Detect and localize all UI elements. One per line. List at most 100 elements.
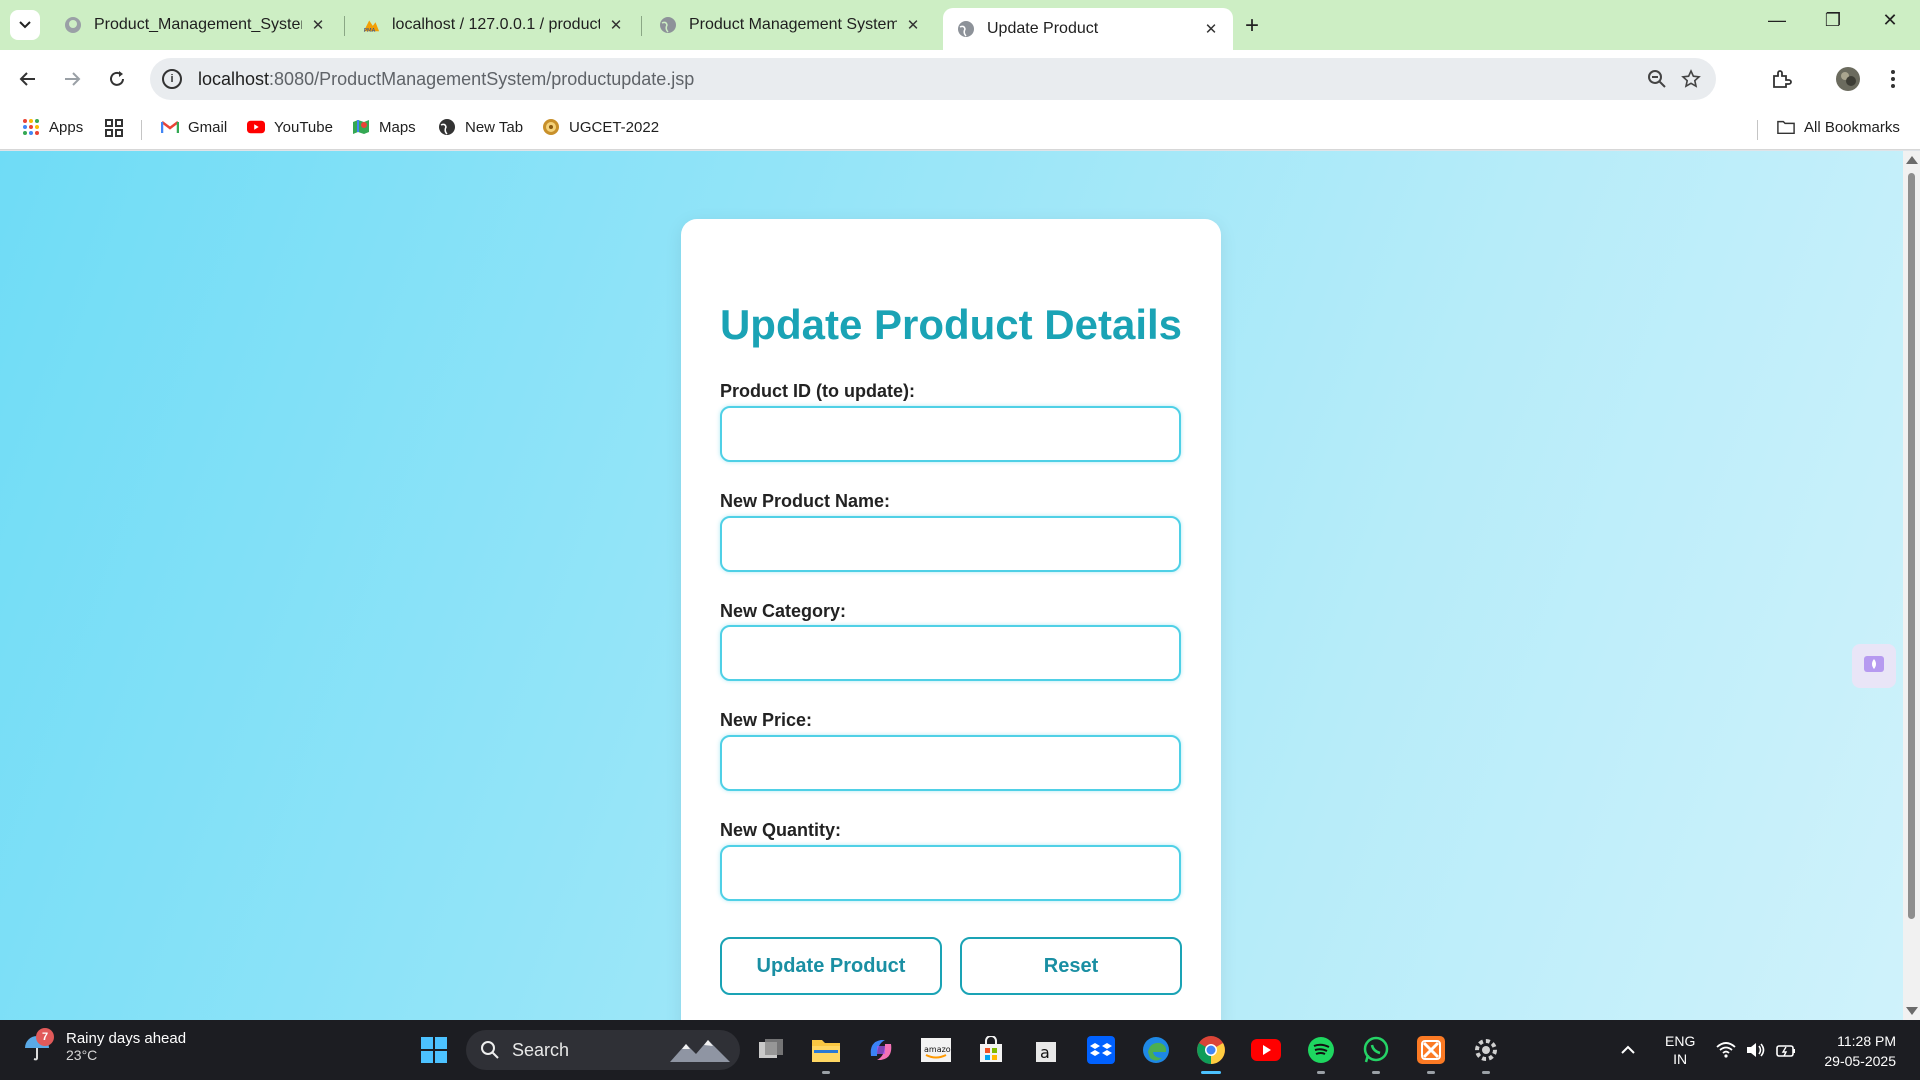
tab-title: Update Product	[987, 20, 1099, 37]
system-clock[interactable]: 11:28 PM 29-05-2025	[1800, 1031, 1896, 1071]
start-button[interactable]	[414, 1030, 454, 1070]
scroll-down-icon[interactable]	[1906, 1007, 1918, 1015]
close-icon[interactable]: ✕	[310, 16, 326, 34]
taskbar: 7 Rainy days ahead 23°C Search amazon a	[0, 1020, 1920, 1080]
settings-gear-icon[interactable]	[1466, 1030, 1506, 1074]
volume-icon[interactable]	[1746, 1020, 1766, 1080]
chevron-up-icon	[1621, 1045, 1635, 1054]
scroll-thumb[interactable]	[1908, 173, 1915, 919]
tab-github[interactable]: Product_Management_System_ ✕	[50, 8, 340, 42]
product-name-input[interactable]	[720, 516, 1181, 572]
lang-bottom: IN	[1673, 1051, 1688, 1067]
close-icon[interactable]: ✕	[905, 16, 921, 34]
bookmark-star-icon[interactable]	[1674, 62, 1708, 96]
chevron-down-icon	[19, 21, 31, 29]
tab-phpmyadmin[interactable]: PMA localhost / 127.0.0.1 / productd ✕	[348, 8, 638, 42]
show-hidden-icons[interactable]	[1620, 1020, 1636, 1080]
svg-text:a: a	[1040, 1043, 1050, 1062]
amazon-icon[interactable]: amazon	[916, 1030, 956, 1070]
running-indicator	[1482, 1071, 1490, 1074]
tab-title: localhost / 127.0.0.1 / productd	[392, 16, 600, 33]
all-bookmarks[interactable]: All Bookmarks	[1777, 118, 1900, 136]
reload-icon[interactable]	[102, 64, 132, 94]
page-viewport: Update Product Details Product ID (to up…	[0, 151, 1903, 1020]
github-icon	[64, 16, 82, 34]
bookmark-gmail[interactable]: Gmail	[161, 118, 227, 136]
bookmarks-bar: Apps Gmail YouTube Maps New Tab UGCET-20…	[0, 108, 1920, 150]
phpmyadmin-icon: PMA	[362, 16, 380, 34]
update-product-button[interactable]: Update Product	[720, 937, 942, 995]
url-text[interactable]: localhost:8080/ProductManagementSystem/p…	[198, 69, 1640, 90]
category-input[interactable]	[720, 625, 1181, 681]
tab-product-management[interactable]: Product Management System ✕	[645, 8, 935, 42]
rain-umbrella-icon: 7	[22, 1027, 54, 1062]
maps-icon	[352, 118, 370, 136]
restore-icon[interactable]: ❐	[1818, 10, 1848, 31]
tab-search-button[interactable]	[10, 10, 40, 40]
close-icon[interactable]: ✕	[1203, 20, 1219, 38]
edge-icon[interactable]	[1136, 1030, 1176, 1070]
bookmark-ugcet[interactable]: UGCET-2022	[542, 118, 659, 136]
chrome-icon[interactable]	[1191, 1030, 1231, 1074]
battery-icon[interactable]	[1776, 1020, 1796, 1080]
taskbar-search[interactable]: Search	[466, 1030, 740, 1070]
amazon-shopping-icon[interactable]: a	[1026, 1030, 1066, 1070]
copilot-icon[interactable]	[861, 1030, 901, 1070]
reset-button[interactable]: Reset	[960, 937, 1182, 995]
quantity-input[interactable]	[720, 845, 1181, 901]
page-title: Update Product Details	[719, 301, 1183, 348]
assistant-widget-icon[interactable]	[1852, 644, 1896, 688]
weather-widget[interactable]: 7 Rainy days ahead 23°C	[22, 1027, 186, 1063]
task-view-icon[interactable]	[751, 1030, 791, 1070]
url-path: :8080/ProductManagementSystem/productupd…	[269, 68, 695, 89]
product-name-label: New Product Name:	[720, 491, 891, 511]
url-host: localhost	[198, 68, 270, 89]
bookmark-label: Apps	[49, 118, 84, 136]
bookmark-label: New Tab	[465, 118, 524, 136]
product-id-input[interactable]	[720, 406, 1181, 462]
wifi-icon[interactable]	[1716, 1020, 1736, 1080]
profile-avatar[interactable]	[1833, 64, 1863, 94]
xampp-icon[interactable]	[1411, 1030, 1451, 1074]
price-label: New Price:	[720, 710, 813, 730]
gmail-icon	[161, 118, 179, 136]
weather-temp: 23°C	[66, 1047, 98, 1063]
close-icon[interactable]: ✕	[608, 16, 624, 34]
zoom-icon[interactable]	[1640, 62, 1674, 96]
dropbox-icon[interactable]	[1081, 1030, 1121, 1070]
forward-icon[interactable]	[57, 64, 87, 94]
tab-update-product[interactable]: Update Product ✕	[943, 8, 1233, 50]
bookmark-apps[interactable]: Apps	[22, 118, 83, 136]
product-id-label: Product ID (to update):	[720, 381, 915, 401]
window-close-icon[interactable]: ✕	[1875, 10, 1905, 31]
youtube-app-icon[interactable]	[1246, 1030, 1286, 1070]
extensions-icon[interactable]	[1766, 64, 1796, 94]
bookmark-label: UGCET-2022	[569, 118, 660, 136]
back-icon[interactable]	[13, 64, 43, 94]
new-tab-button[interactable]: +	[1245, 12, 1259, 40]
bookmark-youtube[interactable]: YouTube	[247, 118, 333, 136]
active-indicator	[1201, 1071, 1221, 1074]
language-indicator[interactable]: ENG IN	[1665, 1020, 1695, 1080]
ugcet-icon	[542, 118, 560, 136]
bookmark-new-tab[interactable]: New Tab	[438, 118, 523, 136]
file-explorer-icon[interactable]	[806, 1030, 846, 1074]
bookmark-maps[interactable]: Maps	[352, 118, 416, 136]
spotify-icon[interactable]	[1301, 1030, 1341, 1074]
minimize-icon[interactable]: —	[1762, 10, 1792, 31]
taskbar-search-placeholder: Search	[512, 1039, 570, 1060]
microsoft-store-icon[interactable]	[971, 1030, 1011, 1070]
weather-badge: 7	[36, 1027, 54, 1046]
category-label: New Category:	[720, 601, 847, 621]
address-bar[interactable]: i localhost:8080/ProductManagementSystem…	[150, 58, 1716, 100]
price-input[interactable]	[720, 735, 1181, 791]
scroll-up-icon[interactable]	[1906, 156, 1918, 164]
update-product-form: Update Product Details Product ID (to up…	[681, 219, 1221, 1020]
whatsapp-icon[interactable]	[1356, 1030, 1396, 1074]
running-indicator	[822, 1071, 830, 1074]
menu-kebab-icon[interactable]	[1878, 64, 1908, 94]
site-info-icon[interactable]: i	[162, 69, 182, 89]
tab-groups-icon[interactable]	[104, 118, 124, 138]
page-scrollbar[interactable]	[1903, 151, 1920, 1020]
running-indicator	[1372, 1071, 1380, 1074]
